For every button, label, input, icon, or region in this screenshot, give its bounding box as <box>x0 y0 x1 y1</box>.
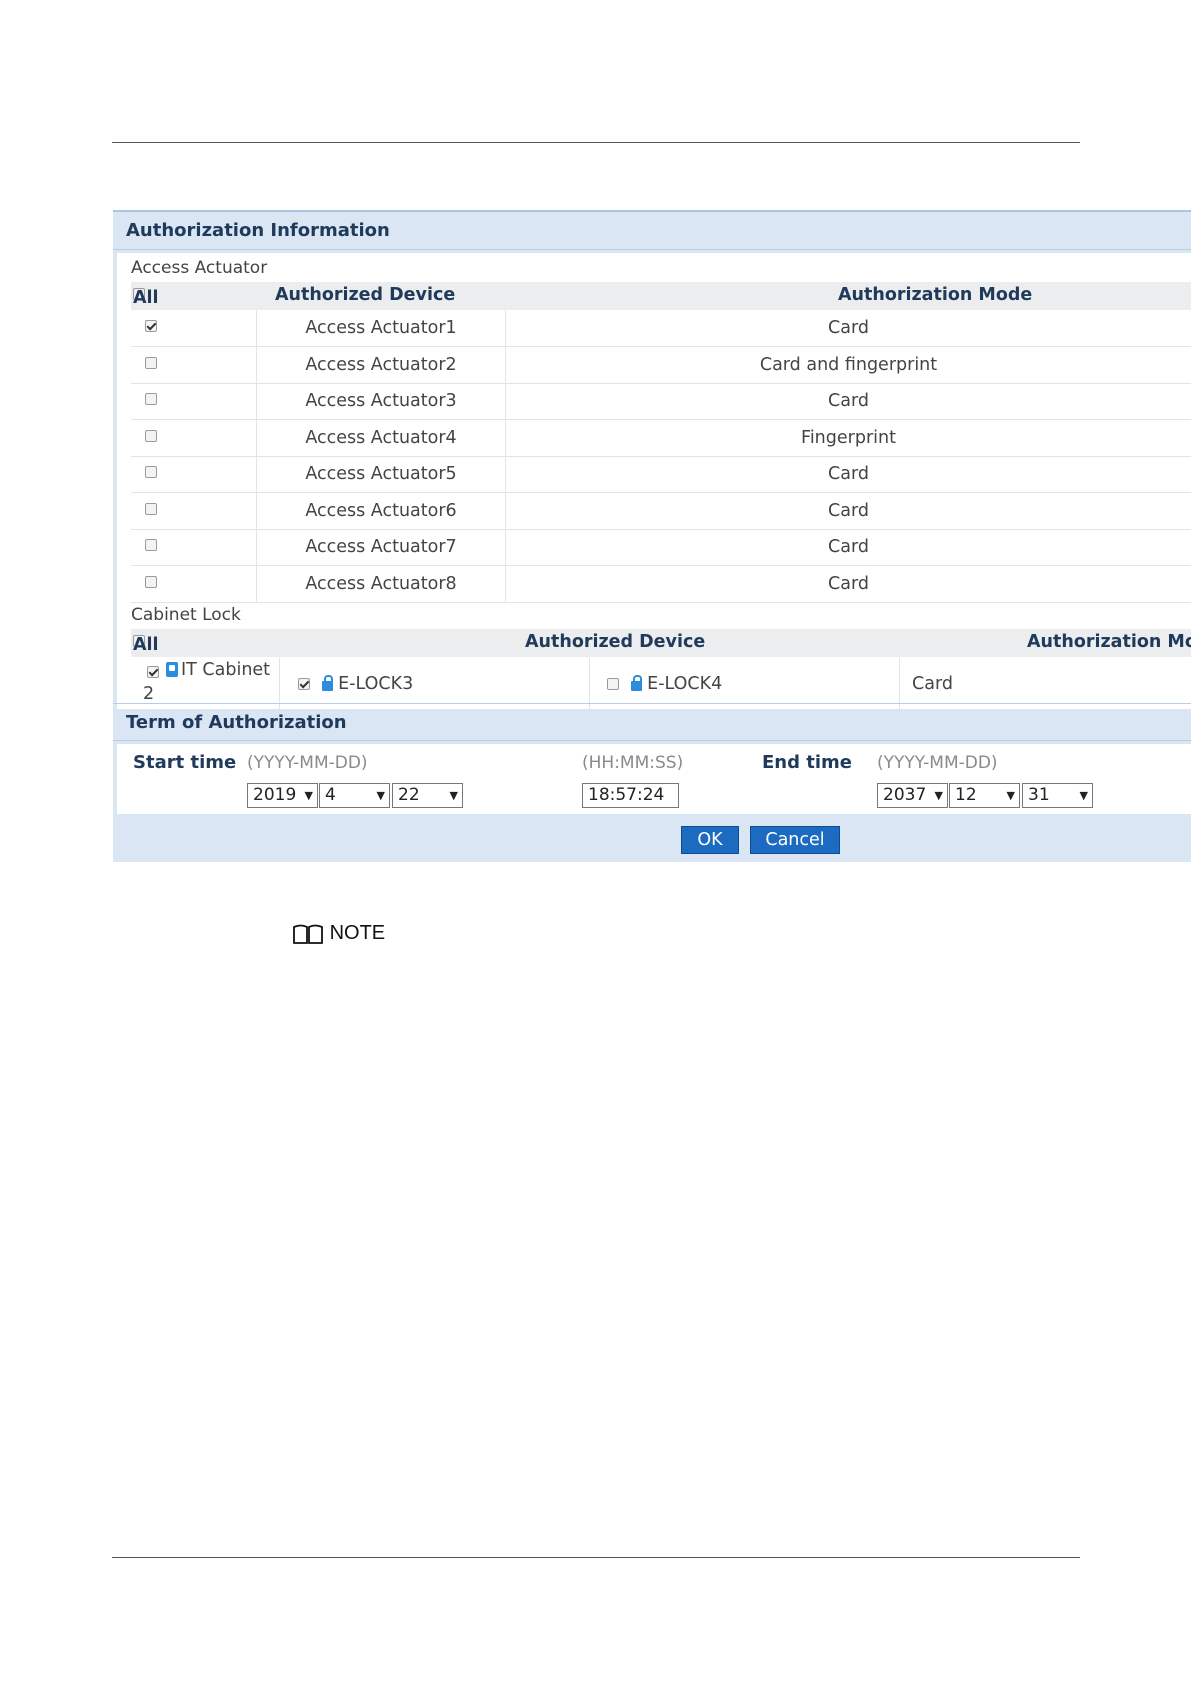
row-select-cell <box>131 310 257 346</box>
row-select-cell <box>131 492 257 529</box>
time-hint: (HH:MM:SS) <box>582 753 684 773</box>
access-actuator-caption: Access Actuator <box>131 258 268 278</box>
end-date-hint: (YYYY-MM-DD) <box>877 753 998 773</box>
term-body: Start time (YYYY-MM-DD) (HH:MM:SS) End t… <box>117 744 1191 814</box>
row-checkbox[interactable] <box>145 393 157 405</box>
start-year-select[interactable]: 2019 ▼ <box>247 783 318 808</box>
actuator-row: Access Actuator4 Fingerprint <box>131 419 1191 457</box>
col-authorized-device: Authorized Device <box>525 632 706 652</box>
dropdown-arrow-icon: ▼ <box>376 789 385 802</box>
authorized-device-cell: Access Actuator7 <box>257 529 506 565</box>
actuator-row: Access Actuator5 Card <box>131 456 1191 493</box>
cabinet-icon <box>166 662 178 677</box>
dropdown-arrow-icon: ▼ <box>934 789 943 802</box>
row-checkbox[interactable] <box>145 539 157 551</box>
lock2-name: E-LOCK4 <box>647 674 723 694</box>
authorization-mode-cell: Card <box>828 318 869 338</box>
all-label: All <box>133 635 159 655</box>
cabinet-lock-caption: Cabinet Lock <box>131 605 241 625</box>
row-checkbox[interactable] <box>145 575 157 588</box>
footer-rule <box>112 1557 1080 1558</box>
start-time-label: Start time <box>133 752 237 773</box>
all-label: All <box>133 288 159 308</box>
col-authorized-device: Authorized Device <box>275 285 456 305</box>
row-checkbox[interactable] <box>145 320 157 332</box>
cabinet-name: IT Cabinet <box>181 660 271 680</box>
actuator-row: Access Actuator8 Card <box>131 565 1191 603</box>
authorized-device-cell: Access Actuator6 <box>257 492 506 529</box>
end-month-select[interactable]: 12 ▼ <box>949 783 1020 808</box>
cancel-button[interactable]: Cancel <box>750 826 840 854</box>
actuator-row: Access Actuator2 Card and fingerprint <box>131 346 1191 384</box>
cabinet-lock-header: All Authorized Device Authorization Mo <box>131 629 1191 657</box>
lock1-checkbox[interactable] <box>298 678 310 690</box>
actuator-row: Access Actuator3 Card <box>131 383 1191 420</box>
access-actuator-header: All Authorized Device Authorization Mode <box>131 282 1191 310</box>
actuator-row: Access Actuator1 Card <box>131 310 1191 347</box>
start-date-hint: (YYYY-MM-DD) <box>247 753 368 773</box>
authorization-mode-cell: Card <box>828 500 869 521</box>
end-day-select[interactable]: 31 ▼ <box>1022 783 1093 808</box>
ok-button[interactable]: OK <box>681 826 739 854</box>
dropdown-arrow-icon: ▼ <box>1006 789 1015 802</box>
row-select-cell <box>131 346 257 383</box>
dropdown-arrow-icon: ▼ <box>449 789 458 802</box>
row-select-cell <box>131 383 257 419</box>
row-checkbox[interactable] <box>145 356 157 369</box>
book-icon <box>293 924 323 944</box>
authorization-mode-cell: Card and fingerprint <box>759 354 938 375</box>
cabinet-checkbox[interactable] <box>147 666 159 678</box>
lock1-name: E-LOCK3 <box>338 674 414 694</box>
authorization-mode-cell: Card <box>828 573 869 594</box>
start-day-select[interactable]: 22 ▼ <box>392 783 463 808</box>
authorized-device-cell: Access Actuator3 <box>257 383 506 419</box>
authorized-device-cell: Access Actuator4 <box>257 419 506 456</box>
auth-info-title: Authorization Information <box>113 212 1191 250</box>
authorized-device-cell: Access Actuator8 <box>257 565 506 602</box>
start-time-input[interactable]: 18:57:24 <box>582 783 679 808</box>
authorization-panel: Authorization Information Access Actuato… <box>113 210 1191 862</box>
authorization-mode-cell: Card <box>828 537 869 557</box>
col-authorization-mode: Authorization Mo <box>1027 632 1191 652</box>
start-month-select[interactable]: 4 ▼ <box>319 783 390 808</box>
actuator-row: Access Actuator6 Card <box>131 492 1191 530</box>
term-title: Term of Authorization <box>113 703 1191 741</box>
col-authorization-mode: Authorization Mode <box>838 285 1033 305</box>
row-checkbox[interactable] <box>145 429 157 442</box>
cabinet-name-cont: 2 <box>143 684 155 704</box>
authorized-device-cell: Access Actuator2 <box>257 346 506 383</box>
row-checkbox[interactable] <box>145 502 157 515</box>
note-label: NOTE <box>329 922 386 945</box>
row-select-cell <box>131 565 257 602</box>
header-rule <box>112 142 1080 143</box>
actuator-row: Access Actuator7 Card <box>131 529 1191 566</box>
row-checkbox[interactable] <box>145 466 157 478</box>
lock-icon <box>630 675 642 691</box>
dropdown-arrow-icon: ▼ <box>1079 789 1088 802</box>
dropdown-arrow-icon: ▼ <box>304 789 313 802</box>
authorization-mode-cell: Fingerprint <box>801 427 896 448</box>
end-year-select[interactable]: 2037 ▼ <box>877 783 948 808</box>
note: NOTE <box>292 922 385 946</box>
authorization-mode-cell: Card <box>828 391 869 411</box>
row-select-cell <box>131 529 257 565</box>
row-select-cell <box>131 419 257 456</box>
lock-icon <box>321 675 333 691</box>
lock2-checkbox[interactable] <box>607 678 619 690</box>
auth-info-body: Access Actuator All Authorized Device Au… <box>117 253 1191 710</box>
end-time-label: End time <box>762 752 852 773</box>
authorization-mode-cell: Card <box>828 464 869 484</box>
authorized-device-cell: Access Actuator5 <box>257 456 506 492</box>
authorized-device-cell: Access Actuator1 <box>257 310 506 346</box>
row-select-cell <box>131 456 257 492</box>
